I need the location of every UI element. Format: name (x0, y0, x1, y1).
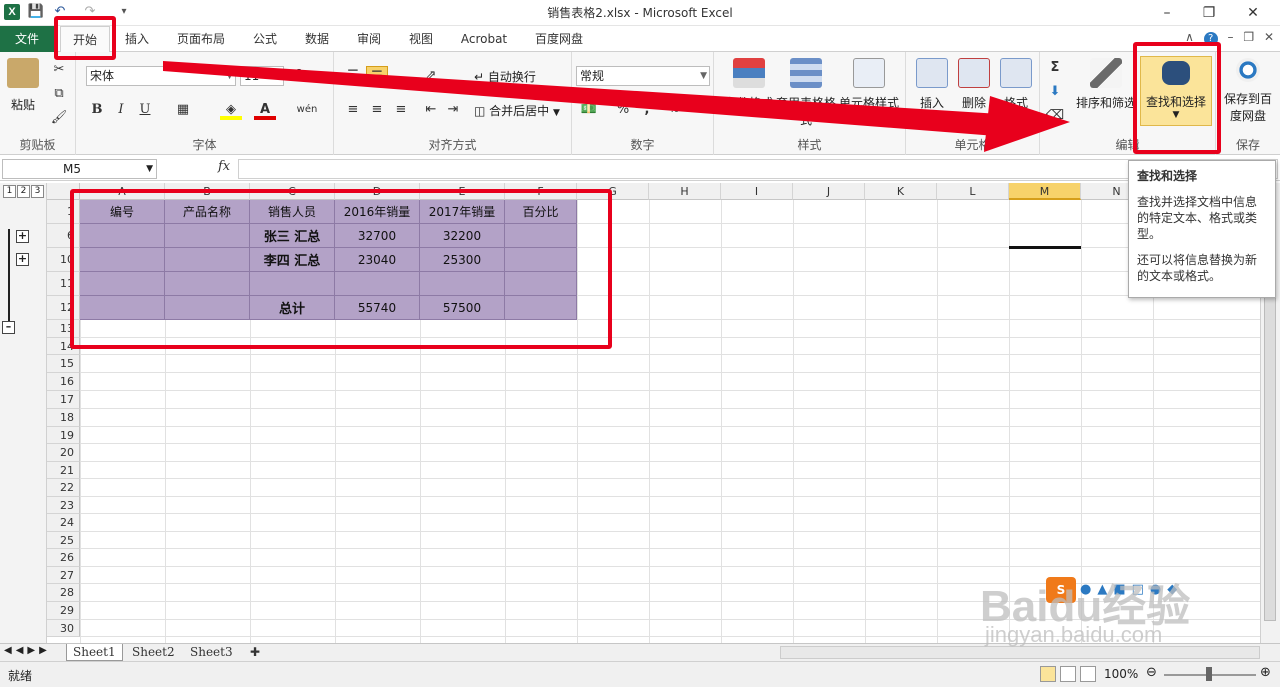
annotation-arrow-head (984, 96, 1070, 152)
ime-toolbar-logo-icon[interactable]: S (1046, 577, 1076, 603)
annotation-arrow-shaft (163, 61, 1000, 136)
ime-toolbar-icons[interactable]: ●▲■□●◆ (1080, 582, 1183, 597)
tooltip-title: 查找和选择 (1137, 169, 1198, 183)
tooltip-description-2: 还可以将信息替换为新的文本或格式。 (1137, 253, 1258, 283)
find-select-tooltip: 查找和选择 查找并选择文档中信息的特定文本、格式或类型。 还可以将信息替换为新的… (1128, 160, 1276, 298)
tooltip-description-1: 查找并选择文档中信息的特定文本、格式或类型。 (1137, 195, 1258, 241)
